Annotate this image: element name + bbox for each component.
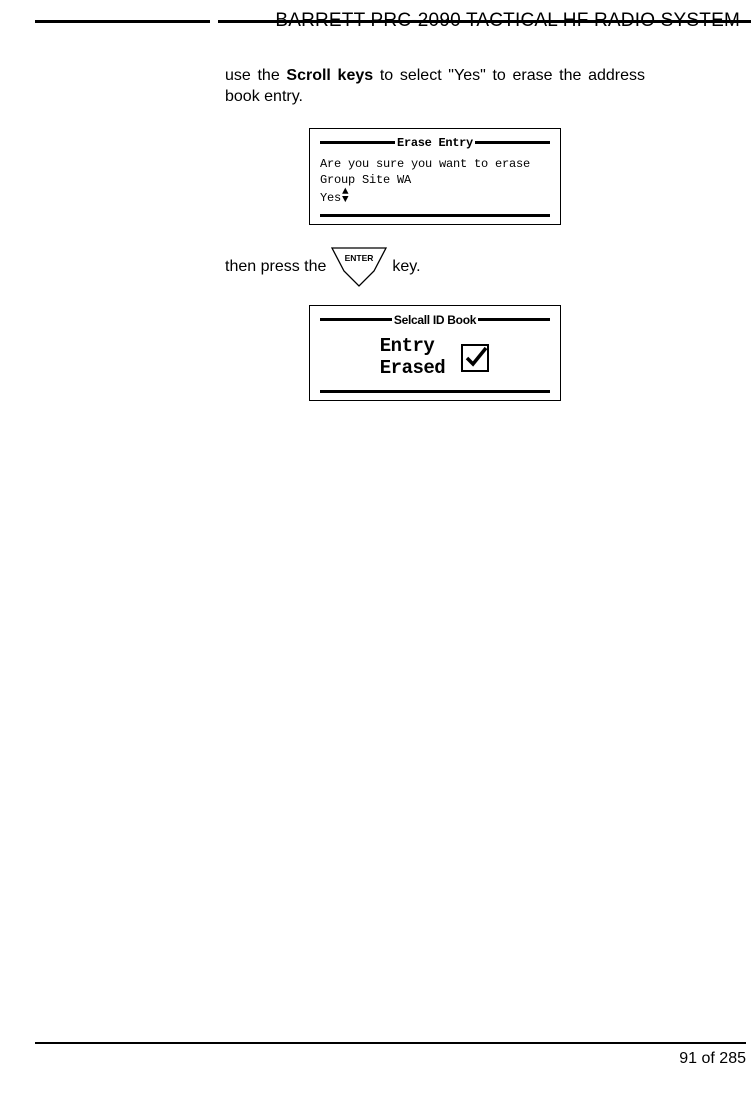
checkmark-icon (460, 343, 490, 373)
lcd-erase-entry: Erase Entry Are you sure you want to era… (309, 128, 561, 225)
lcd1-line3: Yes▲▼ (320, 188, 550, 206)
lcd1-line2: Group Site WA (320, 172, 550, 188)
enter-key-icon: ENTER (331, 247, 387, 287)
footer-rule (35, 1042, 746, 1045)
lcd-selcall-book: Selcall ID Book Entry Erased (309, 305, 561, 401)
header-rule-left (35, 20, 210, 23)
lcd1-rule-left (320, 141, 395, 144)
lcd2-header: Selcall ID Book (320, 313, 550, 327)
header-rule-right (218, 20, 751, 23)
lcd2-rule-right (478, 318, 550, 321)
entry-erased-text: Entry Erased (380, 336, 445, 380)
instruction-paragraph-1: use the Scroll keys to select "Yes" to e… (225, 66, 645, 108)
instruction-paragraph-2: then press the ENTER key. (225, 247, 645, 287)
lcd1-header: Erase Entry (320, 136, 550, 150)
lcd2-line1: Entry (380, 336, 445, 358)
lcd1-body: Are you sure you want to erase Group Sit… (320, 156, 550, 207)
lcd2-rule-left (320, 318, 392, 321)
scroll-arrows-icon: ▲▼ (342, 188, 348, 204)
page-footer: 91 of 285 (35, 1042, 746, 1069)
page-header: BARRETT PRC-2090 TACTICAL HF RADIO SYSTE… (60, 10, 696, 40)
lcd2-body: Entry Erased (320, 333, 550, 383)
lcd1-footer-rule (320, 214, 550, 217)
para2-post: key. (392, 258, 420, 276)
scroll-keys-label: Scroll keys (286, 67, 373, 84)
lcd1-line1: Are you sure you want to erase (320, 156, 550, 172)
lcd2-title: Selcall ID Book (392, 313, 478, 327)
content-area: use the Scroll keys to select "Yes" to e… (225, 66, 645, 401)
lcd2-footer-rule (320, 390, 550, 393)
lcd1-yes: Yes (320, 191, 341, 205)
page-number: 91 of 285 (35, 1050, 746, 1068)
lcd2-line2: Erased (380, 358, 445, 380)
lcd1-rule-right (475, 141, 550, 144)
para2-pre: then press the (225, 258, 326, 276)
lcd1-title: Erase Entry (395, 136, 475, 150)
enter-key-label: ENTER (345, 253, 374, 263)
para1-pre: use the (225, 67, 286, 84)
